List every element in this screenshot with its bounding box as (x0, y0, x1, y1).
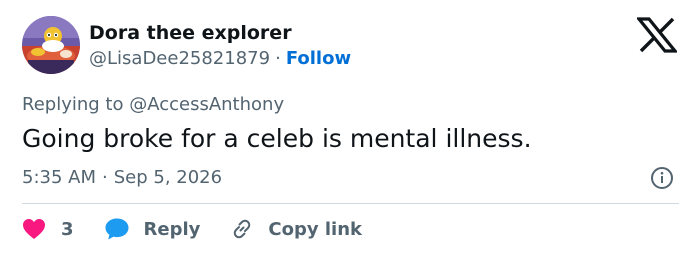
reply-context: Replying to @AccessAnthony (22, 93, 284, 117)
reply-context-prefix: Replying to (22, 94, 124, 115)
info-icon[interactable] (650, 166, 674, 190)
tweet-time[interactable]: 5:35 AM (22, 167, 96, 188)
author-handle[interactable]: @LisaDee25821879 (89, 48, 270, 69)
x-logo-icon[interactable] (635, 17, 679, 53)
author-handle-row: @LisaDee25821879 · Follow (89, 47, 351, 71)
reply-context-mention[interactable]: @AccessAnthony (129, 94, 284, 115)
follow-button[interactable]: Follow (286, 48, 351, 69)
meta-separator: · (102, 167, 108, 188)
handle-separator: · (275, 48, 281, 69)
heart-icon (23, 219, 45, 239)
action-bar: 3 Reply Copy link (22, 214, 362, 244)
link-icon (234, 219, 251, 239)
tweet-text: Going broke for a celeb is mental illnes… (22, 124, 532, 153)
reply-button[interactable]: Reply (104, 217, 201, 241)
tweet-date[interactable]: Sep 5, 2026 (114, 167, 222, 188)
reply-label: Reply (143, 218, 201, 240)
tweet-card: Dora thee explorer @LisaDee25821879 · Foll… (0, 0, 700, 256)
divider (22, 203, 679, 204)
author-display-name[interactable]: Dora thee explorer (89, 21, 292, 45)
like-count: 3 (61, 218, 74, 240)
like-button[interactable]: 3 (22, 218, 74, 240)
copy-link-button[interactable]: Copy link (230, 217, 362, 241)
copy-link-label: Copy link (268, 218, 362, 240)
avatar[interactable] (22, 16, 80, 74)
tweet-meta: 5:35 AM · Sep 5, 2026 (22, 166, 222, 190)
speech-bubble-icon (105, 218, 129, 240)
